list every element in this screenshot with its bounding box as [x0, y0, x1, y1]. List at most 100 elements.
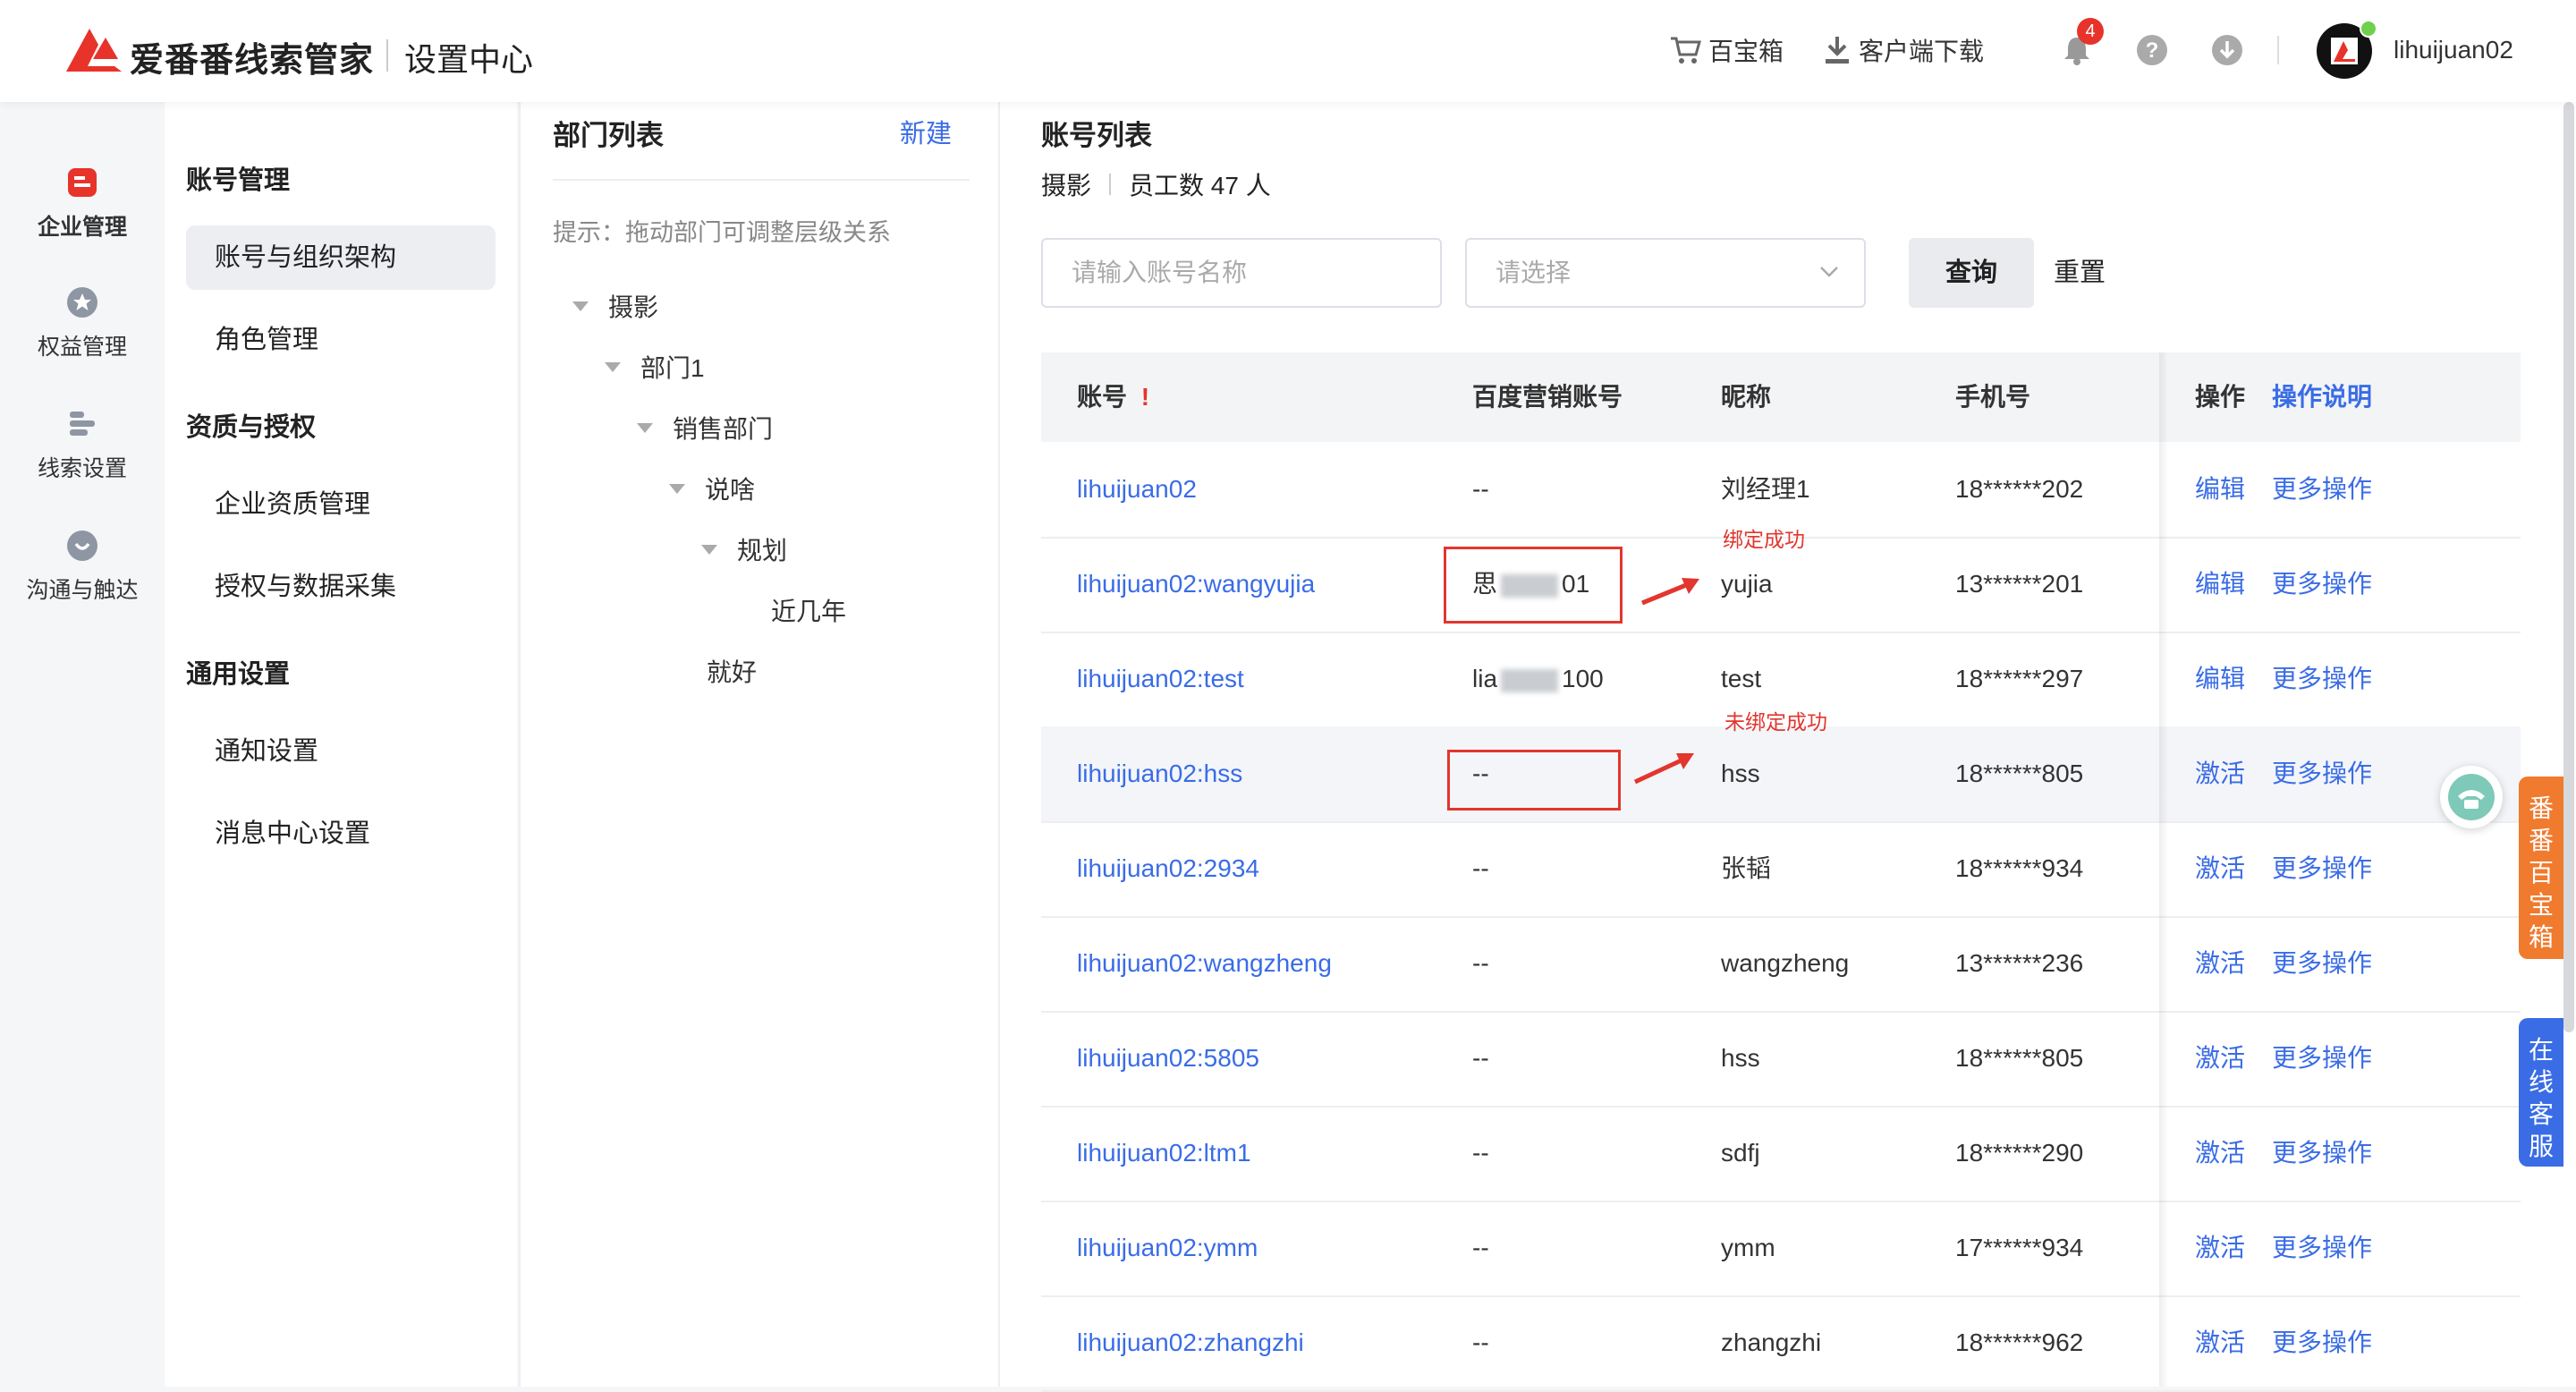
baidu-account: --	[1472, 1044, 1489, 1072]
notification-badge: 4	[2077, 18, 2104, 45]
baidu-account: --	[1472, 949, 1489, 977]
tree-node[interactable]: 规划	[701, 531, 787, 567]
download-circle-icon[interactable]	[2209, 32, 2245, 68]
activate-link[interactable]: 激活	[2195, 1106, 2245, 1201]
toolbox-side-tab[interactable]: 番番百宝箱	[2519, 777, 2563, 959]
more-actions-link[interactable]: 更多操作	[2272, 442, 2372, 537]
top-header: 爱番番线索管家 设置中心 百宝箱 客户端下载 4 ? lihuijuan02	[0, 0, 2576, 102]
query-button[interactable]: 查询	[1909, 238, 2034, 308]
rail-item-leads[interactable]: 线索设置	[0, 406, 165, 483]
menu-group-title: 账号管理	[186, 166, 291, 195]
download-label: 客户端下载	[1859, 38, 1985, 65]
account-link[interactable]: lihuijuan02:ltm1	[1077, 1106, 1251, 1201]
tree-node[interactable]: 部门1	[605, 349, 705, 385]
caret-down-icon[interactable]	[701, 544, 717, 555]
rail-item-enterprise[interactable]: 企业管理	[0, 165, 165, 242]
tree-node[interactable]: 销售部门	[637, 410, 773, 446]
help-icon[interactable]: ?	[2134, 32, 2170, 68]
column-baidu: 百度营销账号	[1472, 383, 1623, 411]
account-search-input[interactable]: 请输入账号名称	[1041, 238, 1442, 308]
activate-link[interactable]: 激活	[2195, 726, 2245, 821]
employee-count: 员工数 47 人	[1129, 172, 1271, 199]
page-scrollbar[interactable]	[2563, 102, 2574, 1032]
phone-icon	[2448, 774, 2495, 820]
caret-down-icon[interactable]	[572, 301, 589, 311]
more-actions-link[interactable]: 更多操作	[2272, 632, 2372, 726]
tree-node[interactable]: 就好	[707, 653, 757, 689]
reset-button[interactable]: 重置	[2054, 238, 2106, 308]
breadcrumb: 摄影 员工数 47 人	[1041, 166, 1271, 202]
more-actions-link[interactable]: 更多操作	[2272, 916, 2372, 1011]
more-actions-link[interactable]: 更多操作	[2272, 821, 2372, 916]
more-actions-link[interactable]: 更多操作	[2272, 1106, 2372, 1201]
more-actions-link[interactable]: 更多操作	[2272, 726, 2372, 821]
username[interactable]: lihuijuan02	[2394, 36, 2513, 64]
drag-hint: 提示：拖动部门可调整层级关系	[553, 219, 891, 246]
client-download-link[interactable]: 客户端下载	[1823, 30, 1984, 70]
filter-select[interactable]: 请选择	[1465, 238, 1866, 308]
department-panel: 部门列表 新建 提示：拖动部门可调整层级关系 摄影 部门1 销售部门 说啥 规划…	[519, 102, 998, 1387]
brand-logo-icon	[66, 29, 122, 72]
highlight-box-unbound	[1447, 750, 1621, 811]
menu-group-title: 资质与授权	[186, 413, 317, 442]
account-link[interactable]: lihuijuan02:test	[1077, 632, 1244, 726]
more-actions-link[interactable]: 更多操作	[2272, 1201, 2372, 1295]
caret-down-icon[interactable]	[669, 483, 685, 494]
more-actions-link[interactable]: 更多操作	[2272, 1011, 2372, 1106]
more-actions-link[interactable]: 更多操作	[2272, 1295, 2372, 1390]
leads-icon	[70, 412, 95, 436]
toolbox-link[interactable]: 百宝箱	[1669, 30, 1784, 70]
settings-menu: 账号管理 账号与组织架构 角色管理 资质与授权 企业资质管理 授权与数据采集 通…	[165, 102, 517, 1387]
redacted-text	[1501, 668, 1559, 692]
account-link[interactable]: lihuijuan02:zhangzhi	[1077, 1295, 1304, 1390]
account-link[interactable]: lihuijuan02:2934	[1077, 821, 1259, 916]
menu-item-message-center[interactable]: 消息中心设置	[186, 802, 496, 866]
activate-link[interactable]: 激活	[2195, 1201, 2245, 1295]
rail-item-chat[interactable]: 沟通与触达	[0, 528, 165, 605]
tree-node-label: 摄影	[608, 293, 659, 321]
edit-link[interactable]: 编辑	[2195, 632, 2245, 726]
tree-node[interactable]: 说啥	[669, 471, 755, 506]
department-list-title: 部门列表	[553, 120, 664, 151]
account-link[interactable]: lihuijuan02:ymm	[1077, 1201, 1258, 1295]
table-row: lihuijuan02:hss -- hss 18******805 激活 更多操作	[1041, 726, 2521, 823]
menu-item-qualification[interactable]: 企业资质管理	[186, 472, 496, 537]
page-subtitle: 设置中心	[404, 41, 534, 78]
caret-down-icon[interactable]	[637, 422, 653, 433]
fixed-column-shadow	[2159, 352, 2168, 1387]
nickname: 张韬	[1721, 854, 1772, 882]
menu-item-roles[interactable]: 角色管理	[186, 308, 496, 372]
caret-down-icon[interactable]	[605, 361, 621, 372]
account-link[interactable]: lihuijuan02:5805	[1077, 1011, 1259, 1106]
activate-link[interactable]: 激活	[2195, 916, 2245, 1011]
activate-link[interactable]: 激活	[2195, 1011, 2245, 1106]
account-link[interactable]: lihuijuan02:wangzheng	[1077, 916, 1332, 1011]
account-link[interactable]: lihuijuan02	[1077, 442, 1197, 537]
rail-item-rights[interactable]: 权益管理	[0, 284, 165, 361]
new-department-button[interactable]: 新建	[900, 113, 952, 150]
tree-node[interactable]: 摄影	[572, 288, 658, 324]
menu-item-authorization[interactable]: 授权与数据采集	[186, 555, 496, 619]
phone-float-button[interactable]	[2440, 766, 2503, 828]
table-row: lihuijuan02:wangzheng -- wangzheng 13******…	[1041, 916, 2521, 1013]
online-service-tab[interactable]: 在线客服	[2519, 1018, 2563, 1167]
activate-link[interactable]: 激活	[2195, 821, 2245, 916]
column-ops: 操作	[2195, 383, 2246, 411]
phone-number: 18******962	[1955, 1328, 2084, 1356]
divider	[553, 179, 970, 181]
online-status-dot	[2360, 20, 2377, 38]
menu-item-notification[interactable]: 通知设置	[186, 719, 496, 784]
account-link[interactable]: lihuijuan02:hss	[1077, 726, 1242, 821]
menu-item-account-org[interactable]: 账号与组织架构	[186, 225, 496, 290]
tree-node[interactable]: 近几年	[771, 592, 846, 628]
cart-icon	[1671, 37, 1701, 64]
more-actions-link[interactable]: 更多操作	[2272, 537, 2372, 632]
edit-link[interactable]: 编辑	[2195, 537, 2245, 632]
ops-help-link[interactable]: 操作说明	[2272, 352, 2372, 442]
account-link[interactable]: lihuijuan02:wangyujia	[1077, 537, 1315, 632]
tree-node-label: 说啥	[705, 476, 756, 504]
chat-icon	[67, 530, 97, 561]
table-row: lihuijuan02:ymm -- ymm 17******934 激活 更多操作	[1041, 1201, 2521, 1297]
edit-link[interactable]: 编辑	[2195, 442, 2245, 537]
activate-link[interactable]: 激活	[2195, 1295, 2245, 1390]
